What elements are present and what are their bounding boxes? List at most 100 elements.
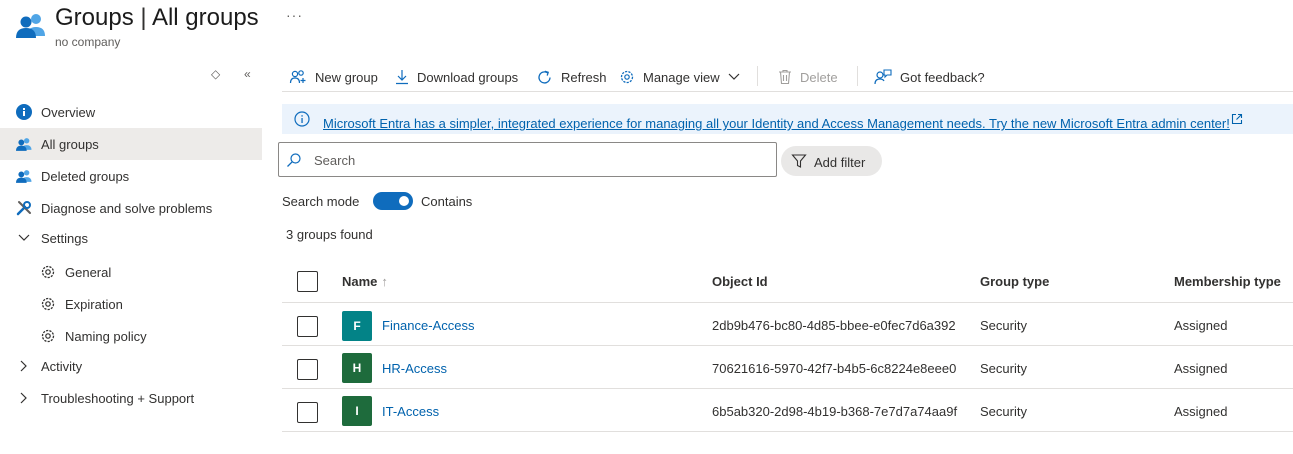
column-header-name-label: Name <box>342 274 378 289</box>
object-id-cell: 2db9b476-bc80-4d85-bbee-e0fec7d6a392 <box>712 318 956 333</box>
results-count: 3 groups found <box>286 227 373 242</box>
column-header-membership-type[interactable]: Membership type <box>1174 274 1281 289</box>
column-header-object-id[interactable]: Object Id <box>712 274 768 289</box>
download-groups-button[interactable]: Download groups <box>395 65 518 89</box>
group-type-cell: Security <box>980 318 1027 333</box>
sidebar-item-all-groups[interactable]: All groups <box>0 128 262 160</box>
membership-type-cell: Assigned <box>1174 404 1228 419</box>
column-header-group-type[interactable]: Group type <box>980 274 1049 289</box>
filter-icon <box>791 153 807 172</box>
avatar-initial: I <box>355 404 359 418</box>
tenant-subtitle: no company <box>55 35 121 49</box>
sidebar-item-label: Troubleshooting + Support <box>41 390 195 406</box>
page-header: Groups | All groups no company ··· <box>0 0 1293 60</box>
table-row[interactable]: I IT-Access 6b5ab320-2d98-4b19-b368-7e7d… <box>282 389 1293 432</box>
toolbar-divider <box>757 66 758 86</box>
gear-icon <box>619 69 635 85</box>
people-add-icon <box>289 69 307 85</box>
sidebar-item-label: General <box>65 264 112 280</box>
sidebar-item-label: Naming policy <box>65 328 147 344</box>
sidebar-item-activity[interactable]: Activity <box>0 350 262 382</box>
search-icon <box>286 152 302 171</box>
select-all-checkbox[interactable] <box>297 271 318 292</box>
sidebar-item-deleted-groups[interactable]: Deleted groups <box>0 160 262 192</box>
object-id-cell: 6b5ab320-2d98-4b19-b368-7e7d7a74aa9f <box>712 404 958 419</box>
sidebar-item-label: All groups <box>41 136 99 152</box>
entra-admin-center-link[interactable]: Microsoft Entra has a simpler, integrate… <box>323 116 1230 131</box>
more-options-button[interactable]: ··· <box>286 7 303 23</box>
sidebar-item-label: Expiration <box>65 296 123 312</box>
sidebar-item-general[interactable]: General <box>0 256 262 288</box>
manage-view-label: Manage view <box>643 69 720 85</box>
chevron-down-icon <box>16 234 32 242</box>
delete-button[interactable]: Delete <box>778 65 838 89</box>
sidebar-item-diagnose[interactable]: Diagnose and solve problems <box>0 192 262 224</box>
manage-view-button[interactable]: Manage view <box>619 65 740 89</box>
toolbar-divider <box>857 66 858 86</box>
table-header-row: Name ↑ Object Id Group type Membership ty… <box>282 259 1293 303</box>
feedback-button[interactable]: Got feedback? <box>874 65 985 89</box>
sidebar-item-troubleshooting[interactable]: Troubleshooting + Support <box>0 382 262 414</box>
sidebar-item-naming-policy[interactable]: Naming policy <box>0 320 262 352</box>
external-link-icon[interactable] <box>1231 113 1243 128</box>
sidebar: ◇ « Overview All groups Deleted groups D… <box>0 62 262 454</box>
info-banner: Microsoft Entra has a simpler, integrate… <box>282 104 1293 134</box>
new-group-button[interactable]: New group <box>289 65 378 89</box>
refresh-icon <box>536 69 553 86</box>
membership-type-cell: Assigned <box>1174 318 1228 333</box>
wrench-icon <box>16 200 32 216</box>
page-title-main: Groups <box>55 4 134 31</box>
sidebar-item-label: Settings <box>41 230 88 246</box>
group-name-link[interactable]: IT-Access <box>382 404 439 419</box>
group-type-cell: Security <box>980 361 1027 376</box>
column-header-name[interactable]: Name ↑ <box>342 274 388 289</box>
expand-collapse-icon[interactable]: ◇ <box>211 67 220 81</box>
group-type-cell: Security <box>980 404 1027 419</box>
refresh-label: Refresh <box>561 69 607 85</box>
sidebar-item-label: Deleted groups <box>41 168 130 184</box>
sidebar-item-expiration[interactable]: Expiration <box>0 288 262 320</box>
groups-icon <box>16 136 32 152</box>
row-checkbox[interactable] <box>297 316 318 337</box>
object-id-cell: 70621616-5970-42f7-b4b5-6c8224e8eee0 <box>712 361 957 376</box>
chevron-right-icon <box>16 392 32 404</box>
collapse-sidebar-icon[interactable]: « <box>244 67 251 81</box>
search-box <box>278 142 777 177</box>
gear-icon <box>40 328 56 344</box>
group-avatar: H <box>342 353 372 383</box>
page-title-sub: All groups <box>151 4 259 31</box>
title-separator: | <box>140 4 147 31</box>
sidebar-item-label: Diagnose and solve problems <box>41 200 213 216</box>
search-mode-toggle[interactable] <box>373 192 413 210</box>
download-groups-label: Download groups <box>417 69 519 85</box>
row-checkbox[interactable] <box>297 402 318 423</box>
command-bar: New group Download groups Refresh Manage… <box>282 62 1293 92</box>
table-row[interactable]: H HR-Access 70621616-5970-42f7-b4b5-6c82… <box>282 346 1293 389</box>
search-input[interactable] <box>314 150 764 170</box>
group-name-link[interactable]: HR-Access <box>382 361 447 376</box>
row-checkbox[interactable] <box>297 359 318 380</box>
sidebar-item-overview[interactable]: Overview <box>0 96 262 128</box>
group-avatar: I <box>342 396 372 426</box>
avatar-initial: F <box>353 319 361 333</box>
info-icon <box>294 111 310 130</box>
feedback-icon <box>874 69 892 85</box>
chevron-right-icon <box>16 360 32 372</box>
sidebar-item-settings[interactable]: Settings <box>0 222 262 254</box>
add-filter-button[interactable]: Add filter <box>781 146 882 176</box>
group-name-link[interactable]: Finance-Access <box>382 318 474 333</box>
feedback-label: Got feedback? <box>900 69 985 85</box>
search-mode-value: Contains <box>421 194 473 209</box>
trash-icon <box>778 69 792 85</box>
table-row[interactable]: F Finance-Access 2db9b476-bc80-4d85-bbee… <box>282 303 1293 346</box>
groups-icon <box>16 14 45 38</box>
sort-ascending-icon: ↑ <box>381 274 388 289</box>
avatar-initial: H <box>352 361 362 375</box>
add-filter-label: Add filter <box>814 155 866 170</box>
refresh-button[interactable]: Refresh <box>536 65 607 89</box>
delete-label: Delete <box>800 69 838 85</box>
membership-type-cell: Assigned <box>1174 361 1228 376</box>
gear-icon <box>40 264 56 280</box>
gear-icon <box>40 296 56 312</box>
toggle-knob <box>399 196 409 206</box>
